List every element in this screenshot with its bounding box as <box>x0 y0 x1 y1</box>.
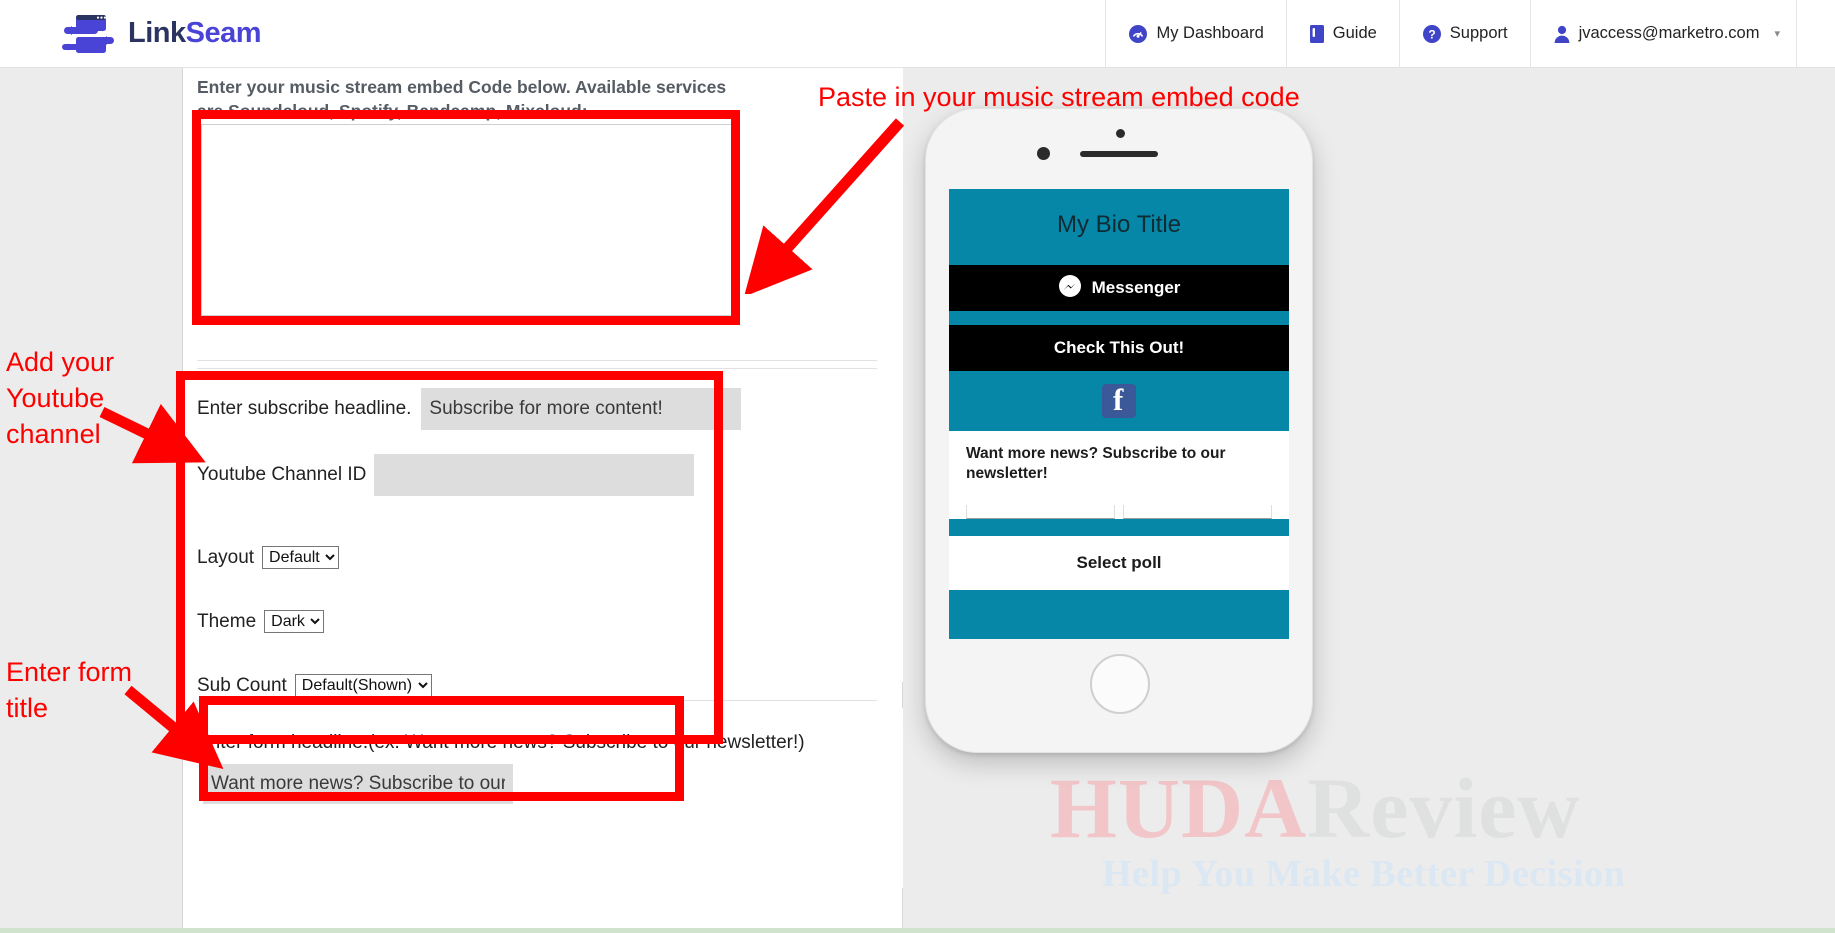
preview-email-field[interactable] <box>1123 504 1272 519</box>
preview-footer-band <box>949 589 1289 636</box>
page-body: Enter your music stream embed Code below… <box>0 68 1835 933</box>
preview-messenger-button[interactable]: Messenger <box>949 265 1289 311</box>
preview-spacer-2 <box>949 518 1289 536</box>
form-headline-row: Enter form headline.(ex. Want more news?… <box>197 722 827 804</box>
subcount-select[interactable]: Default(Shown) <box>294 674 432 697</box>
watermark-title: HUDAReview <box>1050 758 1625 858</box>
theme-select[interactable]: Dark <box>264 610 325 633</box>
subscribe-headline-label: Enter subscribe headline. <box>197 398 412 419</box>
panel-divider-2 <box>197 368 877 369</box>
brand-wordmark: LinkSeam <box>128 17 262 50</box>
nav-item-label: Guide <box>1332 24 1377 42</box>
youtube-channel-row: Youtube Channel ID <box>197 454 695 496</box>
youtube-panel: Enter subscribe headline. Youtube Channe… <box>183 368 903 697</box>
nav-item-account[interactable]: jvaccess@marketro.com ▾ <box>1529 0 1797 68</box>
phone-preview: My Bio Title Messenger Check This Out! f… <box>925 108 1313 758</box>
annotation-text-form-title: Enter form title <box>6 657 133 724</box>
form-headline-input[interactable] <box>203 763 513 804</box>
watermark-title-part1: HUDA <box>1050 760 1308 856</box>
theme-row: Theme Dark <box>197 610 325 633</box>
facebook-icon[interactable] <box>1102 382 1136 418</box>
preview-messenger-label: Messenger <box>1091 278 1181 297</box>
layout-label: Layout <box>197 546 255 568</box>
navbar-links: My Dashboard Guide ? Support jvaccess@ma… <box>1105 0 1835 68</box>
music-embed-label: Enter your music stream embed Code below… <box>197 77 727 121</box>
top-navbar: LinkSeam My Dashboard Guide ? Support jv… <box>0 0 1835 68</box>
watermark: HUDAReview Help You Make Better Decision <box>1050 758 1625 896</box>
panel-divider-3 <box>197 700 877 701</box>
settings-form-column: Enter your music stream embed Code below… <box>183 68 903 933</box>
subscribe-headline-row: Enter subscribe headline. <box>197 388 742 430</box>
bottom-strip <box>0 928 1835 933</box>
messenger-icon <box>1058 274 1082 303</box>
annotation-text-add-youtube: Add your Youtube channel <box>6 347 115 450</box>
phone-sensor-icon <box>1116 129 1125 138</box>
form-headline-panel: Enter form headline.(ex. Want more news?… <box>183 708 903 888</box>
nav-item-guide[interactable]: Guide <box>1285 0 1399 68</box>
app-root: LinkSeam My Dashboard Guide ? Support jv… <box>0 0 1835 933</box>
question-circle-icon: ? <box>1422 24 1442 44</box>
youtube-channel-input[interactable] <box>374 454 695 496</box>
preview-social-row <box>949 371 1289 431</box>
form-headline-label: Enter form headline.(ex. Want more news?… <box>197 732 805 753</box>
phone-screen: My Bio Title Messenger Check This Out! f… <box>949 189 1289 639</box>
subcount-row: Sub Count Default(Shown) <box>197 674 432 697</box>
dashboard-icon <box>1128 24 1148 44</box>
annotation-text-paste-embed: Paste in your music stream embed code <box>818 82 1300 112</box>
preview-spacer-1 <box>949 311 1289 325</box>
nav-item-label: jvaccess@marketro.com <box>1578 24 1760 42</box>
youtube-channel-label: Youtube Channel ID <box>197 464 367 485</box>
watermark-tagline: Help You Make Better Decision <box>1102 853 1626 895</box>
layout-select[interactable]: Default <box>262 546 340 569</box>
left-gutter <box>0 68 182 933</box>
phone-camera-icon <box>1037 147 1050 160</box>
brand-text-part2: Seam <box>185 17 262 49</box>
preview-link-button[interactable]: Check This Out! <box>949 325 1289 371</box>
phone-home-button <box>1090 654 1150 714</box>
linkseam-logo-icon <box>58 13 120 55</box>
preview-poll-label: Select poll <box>949 535 1289 590</box>
subscribe-headline-input[interactable] <box>421 388 742 430</box>
panel-divider-1 <box>197 360 877 361</box>
preview-form-fields <box>966 504 1272 519</box>
phone-speaker-icon <box>1080 151 1158 157</box>
music-embed-textarea[interactable] <box>201 124 739 316</box>
nav-item-label: Support <box>1449 24 1508 42</box>
phone-frame: My Bio Title Messenger Check This Out! f… <box>925 108 1313 753</box>
preview-link-label: Check This Out! <box>1053 338 1185 357</box>
brand-text-part1: Link <box>128 17 186 49</box>
watermark-title-part2: Review <box>1307 760 1581 856</box>
nav-item-support[interactable]: ? Support <box>1398 0 1530 68</box>
nav-item-my-dashboard[interactable]: My Dashboard <box>1105 0 1285 68</box>
book-icon <box>1309 24 1325 44</box>
subcount-label: Sub Count <box>197 674 287 696</box>
svg-text:?: ? <box>1428 27 1435 41</box>
music-embed-panel: Enter your music stream embed Code below… <box>183 68 903 368</box>
preview-form-headline: Want more news? Subscribe to our newslet… <box>966 445 1226 483</box>
preview-bio-title: My Bio Title <box>1056 211 1182 238</box>
layout-row: Layout Default <box>197 546 340 569</box>
user-icon <box>1553 24 1571 44</box>
nav-item-label: My Dashboard <box>1156 24 1264 42</box>
theme-label: Theme <box>197 610 257 632</box>
preview-signup-card: Want more news? Subscribe to our newslet… <box>949 431 1289 519</box>
brand-logo[interactable]: LinkSeam <box>58 13 262 55</box>
chevron-down-icon[interactable]: ▾ <box>1774 27 1780 40</box>
preview-name-field[interactable] <box>966 504 1115 519</box>
